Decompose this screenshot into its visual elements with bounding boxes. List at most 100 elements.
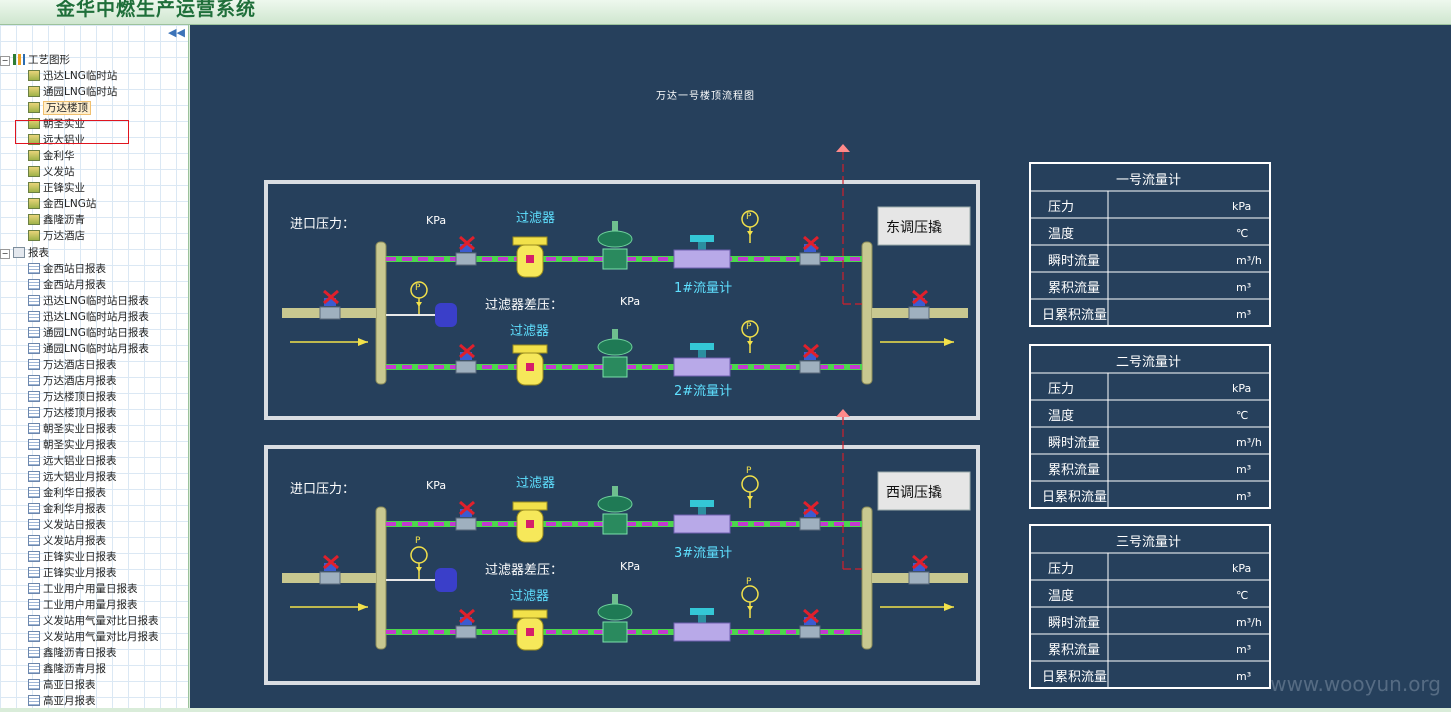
report-icon — [28, 695, 40, 706]
meter-row-unit: m³/h — [1236, 436, 1262, 449]
report-icon — [28, 327, 40, 338]
branch-inlet-valve — [455, 343, 477, 374]
tree-item-report[interactable]: 鑫隆沥青月报 — [28, 661, 106, 677]
tree-item-report[interactable]: 义发站月报表 — [28, 533, 106, 549]
meter-row-unit: kPa — [1232, 382, 1252, 395]
tree-item-graphic[interactable]: 义发站 — [28, 164, 75, 180]
meter-row-unit: m³/h — [1236, 254, 1262, 267]
gauge-symbol: P — [746, 577, 752, 587]
outlet-valve-body — [908, 571, 930, 585]
filter-label: 过滤器 — [510, 324, 550, 339]
tree-item-report[interactable]: 万达酒店日报表 — [28, 357, 117, 373]
tree-item-label: 远大铝业日报表 — [43, 455, 117, 467]
tree-item-report[interactable]: 正锋实业月报表 — [28, 565, 117, 581]
tree-item-label: 迅达LNG临时站月报表 — [43, 311, 149, 323]
meter-row-label: 压力 — [1048, 562, 1075, 577]
tree-item-report[interactable]: 金利华月报表 — [28, 501, 106, 517]
collapse-sidebar-icon[interactable]: ◀◀ — [168, 27, 185, 39]
tree-item-report[interactable]: 义发站用气量对比日报表 — [28, 613, 159, 629]
branch-outlet-valve-body — [799, 252, 821, 266]
branch-inlet-valve — [455, 608, 477, 639]
meter-row-unit: ℃ — [1236, 589, 1249, 602]
report-icon — [28, 615, 40, 626]
meter-row-label: 压力 — [1048, 382, 1075, 397]
tree-item-graphic[interactable]: 迅达LNG临时站 — [28, 68, 117, 84]
tree-item-report[interactable]: 通园LNG临时站日报表 — [28, 325, 149, 341]
tree-item-report[interactable]: 金西站月报表 — [28, 277, 106, 293]
branch-inlet-valve-body — [455, 625, 477, 639]
flow-meter-body — [673, 249, 731, 269]
report-icon — [28, 407, 40, 418]
outlet-skid-label: 西调压撬 — [886, 485, 942, 501]
tree-item-label: 报表 — [28, 247, 49, 259]
branch-outlet-valve — [799, 235, 821, 266]
report-icon — [28, 295, 40, 306]
meter-row-unit: m³ — [1236, 490, 1252, 503]
chart-icon — [13, 54, 25, 65]
tree-item-label: 万达酒店 — [43, 230, 85, 242]
tree-item-graphic[interactable]: 万达酒店 — [28, 228, 85, 244]
meter-row-label: 日累积流量 — [1042, 308, 1108, 323]
tree-item-graphic[interactable]: 通园LNG临时站 — [28, 84, 117, 100]
inlet-header — [375, 241, 387, 385]
tree-item-label: 义发站用气量对比日报表 — [43, 615, 159, 627]
inlet-pressure-label: 进口压力： — [290, 482, 356, 497]
filter-cap — [512, 501, 548, 511]
tree-item-report[interactable]: 万达楼顶日报表 — [28, 389, 117, 405]
gauge-symbol: P — [415, 283, 421, 293]
tree-item-report[interactable]: 高亚日报表 — [28, 677, 96, 693]
tree-item-label: 义发站 — [43, 166, 75, 178]
flow-meter-body — [673, 514, 731, 534]
tree-item-graphic[interactable]: 金利华 — [28, 148, 75, 164]
tree-node-reports[interactable]: − 报表 — [0, 245, 49, 261]
tree-item-report[interactable]: 义发站用气量对比月报表 — [28, 629, 159, 645]
tree-item-report[interactable]: 迅达LNG临时站月报表 — [28, 309, 149, 325]
flow-meter-label: 2#流量计 — [674, 384, 733, 399]
tree-item-report[interactable]: 义发站日报表 — [28, 517, 106, 533]
tree-item-graphic[interactable]: 金西LNG站 — [28, 196, 96, 212]
tree-item-graphic[interactable]: 鑫隆沥青 — [28, 212, 85, 228]
tree-item-label: 万达楼顶 — [43, 101, 91, 115]
title-bar: 金华中燃生产运营系统 — [0, 0, 1451, 25]
report-icon — [28, 439, 40, 450]
outlet-header — [861, 506, 873, 650]
branch-inlet-valve-body — [455, 360, 477, 374]
meter-row-label: 瞬时流量 — [1048, 254, 1101, 269]
pressure-regulator-diaphragm — [597, 495, 633, 513]
collapse-node-icon[interactable]: − — [0, 56, 10, 66]
tree-item-report[interactable]: 高亚月报表 — [28, 693, 96, 709]
tree-item-report[interactable]: 朝圣实业月报表 — [28, 437, 117, 453]
vent-arrow-icon — [836, 409, 850, 417]
branch-outlet-valve — [799, 608, 821, 639]
filter-label: 过滤器 — [516, 211, 556, 226]
tree-item-report[interactable]: 金西站日报表 — [28, 261, 106, 277]
tree-item-report[interactable]: 金利华日报表 — [28, 485, 106, 501]
collapse-node-icon[interactable]: − — [0, 249, 10, 259]
tree-item-report[interactable]: 朝圣实业日报表 — [28, 421, 117, 437]
tree-item-report[interactable]: 正锋实业日报表 — [28, 549, 117, 565]
tree-item-report[interactable]: 工业用户用量日报表 — [28, 581, 138, 597]
tree-item-report[interactable]: 工业用户用量月报表 — [28, 597, 138, 613]
report-icon — [28, 423, 40, 434]
tree-item-report[interactable]: 万达楼顶月报表 — [28, 405, 117, 421]
meter-row-unit: m³ — [1236, 463, 1252, 476]
dp-gauge-valve — [416, 567, 422, 572]
tree-node-graphics[interactable]: − 工艺图形 — [0, 52, 70, 68]
outlet-valve — [908, 289, 930, 320]
tree-item-graphic[interactable]: 正锋实业 — [28, 180, 85, 196]
tree-item-report[interactable]: 迅达LNG临时站日报表 — [28, 293, 149, 309]
branch-inlet-valve — [455, 235, 477, 266]
tree-item-report[interactable]: 远大铝业日报表 — [28, 453, 117, 469]
tree-item-report[interactable]: 万达酒店月报表 — [28, 373, 117, 389]
tree-item-label: 朝圣实业日报表 — [43, 423, 117, 435]
tree-item-report[interactable]: 远大铝业月报表 — [28, 469, 117, 485]
meter-row-unit: m³ — [1236, 643, 1252, 656]
selection-highlight-box — [15, 120, 129, 144]
tree-item-label: 远大铝业月报表 — [43, 471, 117, 483]
tree-item-report[interactable]: 通园LNG临时站月报表 — [28, 341, 149, 357]
tree-item-report[interactable]: 鑫隆沥青日报表 — [28, 645, 117, 661]
tree-item-label: 工艺图形 — [28, 54, 70, 66]
tree-item-graphic[interactable]: 万达楼顶 — [28, 100, 91, 116]
inlet-valve — [319, 289, 341, 320]
process-graphic-icon — [28, 150, 40, 161]
